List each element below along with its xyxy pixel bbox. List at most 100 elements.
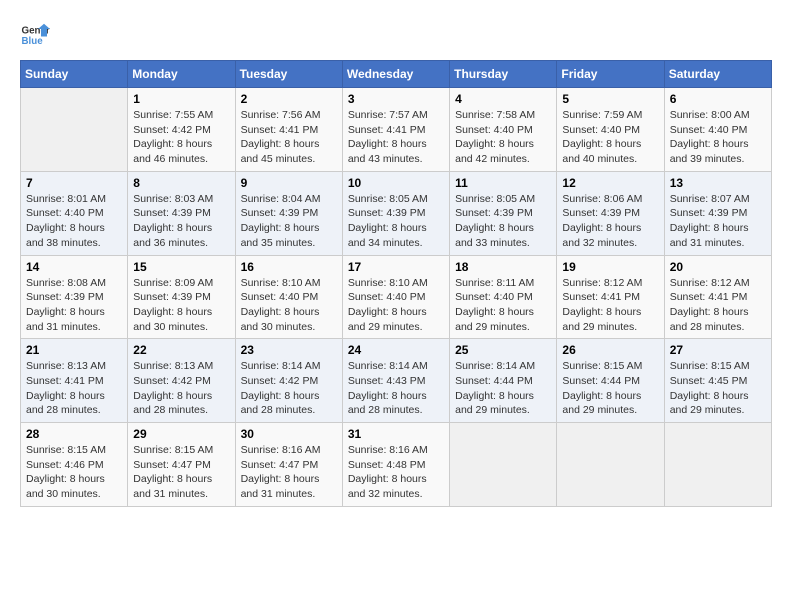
- day-info: Sunrise: 8:13 AMSunset: 4:41 PMDaylight:…: [26, 359, 122, 418]
- day-number: 1: [133, 92, 229, 106]
- weekday-header: Thursday: [450, 61, 557, 88]
- day-info: Sunrise: 8:08 AMSunset: 4:39 PMDaylight:…: [26, 276, 122, 335]
- day-number: 2: [241, 92, 337, 106]
- day-number: 29: [133, 427, 229, 441]
- day-info: Sunrise: 7:57 AMSunset: 4:41 PMDaylight:…: [348, 108, 444, 167]
- calendar-cell: 2 Sunrise: 7:56 AMSunset: 4:41 PMDaylight…: [235, 88, 342, 172]
- day-number: 31: [348, 427, 444, 441]
- day-info: Sunrise: 8:13 AMSunset: 4:42 PMDaylight:…: [133, 359, 229, 418]
- day-info: Sunrise: 8:07 AMSunset: 4:39 PMDaylight:…: [670, 192, 766, 251]
- calendar-cell: 18 Sunrise: 8:11 AMSunset: 4:40 PMDayligh…: [450, 255, 557, 339]
- day-number: 23: [241, 343, 337, 357]
- day-number: 26: [562, 343, 658, 357]
- day-number: 30: [241, 427, 337, 441]
- day-number: 21: [26, 343, 122, 357]
- calendar-cell: 16Sunrise: 8:10 AMSunset: 4:40 PMDayligh…: [235, 255, 342, 339]
- calendar-cell: 20Sunrise: 8:12 AMSunset: 4:41 PMDayligh…: [664, 255, 771, 339]
- day-number: 14: [26, 260, 122, 274]
- day-number: 24: [348, 343, 444, 357]
- day-number: 20: [670, 260, 766, 274]
- day-number: 7: [26, 176, 122, 190]
- day-number: 28: [26, 427, 122, 441]
- weekday-header: Wednesday: [342, 61, 449, 88]
- svg-text:Blue: Blue: [22, 36, 44, 47]
- logo: General Blue: [20, 20, 54, 50]
- day-number: 3: [348, 92, 444, 106]
- calendar-cell: 7 Sunrise: 8:01 AMSunset: 4:40 PMDaylight…: [21, 171, 128, 255]
- day-info: Sunrise: 8:11 AMSunset: 4:40 PMDaylight:…: [455, 276, 551, 335]
- day-number: 19: [562, 260, 658, 274]
- day-info: Sunrise: 8:05 AMSunset: 4:39 PMDaylight:…: [348, 192, 444, 251]
- day-info: Sunrise: 8:15 AMSunset: 4:47 PMDaylight:…: [133, 443, 229, 502]
- day-info: Sunrise: 8:14 AMSunset: 4:43 PMDaylight:…: [348, 359, 444, 418]
- day-info: Sunrise: 8:04 AMSunset: 4:39 PMDaylight:…: [241, 192, 337, 251]
- calendar-cell: 19 Sunrise: 8:12 AMSunset: 4:41 PMDayligh…: [557, 255, 664, 339]
- day-number: 6: [670, 92, 766, 106]
- day-number: 27: [670, 343, 766, 357]
- calendar-cell: [450, 423, 557, 507]
- day-info: Sunrise: 8:15 AMSunset: 4:44 PMDaylight:…: [562, 359, 658, 418]
- calendar-cell: 13 Sunrise: 8:07 AMSunset: 4:39 PMDayligh…: [664, 171, 771, 255]
- calendar-cell: 28 Sunrise: 8:15 AMSunset: 4:46 PMDayligh…: [21, 423, 128, 507]
- day-number: 5: [562, 92, 658, 106]
- weekday-header: Monday: [128, 61, 235, 88]
- logo-icon: General Blue: [20, 20, 50, 50]
- calendar-week-row: 28 Sunrise: 8:15 AMSunset: 4:46 PMDayligh…: [21, 423, 772, 507]
- day-number: 25: [455, 343, 551, 357]
- calendar-cell: 14 Sunrise: 8:08 AMSunset: 4:39 PMDayligh…: [21, 255, 128, 339]
- day-info: Sunrise: 8:15 AMSunset: 4:46 PMDaylight:…: [26, 443, 122, 502]
- calendar-cell: 21 Sunrise: 8:13 AMSunset: 4:41 PMDayligh…: [21, 339, 128, 423]
- calendar-cell: 6Sunrise: 8:00 AMSunset: 4:40 PMDaylight…: [664, 88, 771, 172]
- day-info: Sunrise: 8:15 AMSunset: 4:45 PMDaylight:…: [670, 359, 766, 418]
- day-info: Sunrise: 8:16 AMSunset: 4:48 PMDaylight:…: [348, 443, 444, 502]
- day-info: Sunrise: 8:10 AMSunset: 4:40 PMDaylight:…: [241, 276, 337, 335]
- calendar-cell: 12 Sunrise: 8:06 AMSunset: 4:39 PMDayligh…: [557, 171, 664, 255]
- day-info: Sunrise: 8:14 AMSunset: 4:44 PMDaylight:…: [455, 359, 551, 418]
- day-number: 18: [455, 260, 551, 274]
- day-info: Sunrise: 8:09 AMSunset: 4:39 PMDaylight:…: [133, 276, 229, 335]
- day-number: 22: [133, 343, 229, 357]
- weekday-header: Sunday: [21, 61, 128, 88]
- calendar-table: SundayMondayTuesdayWednesdayThursdayFrid…: [20, 60, 772, 507]
- calendar-cell: 5 Sunrise: 7:59 AMSunset: 4:40 PMDaylight…: [557, 88, 664, 172]
- calendar-cell: 31 Sunrise: 8:16 AMSunset: 4:48 PMDayligh…: [342, 423, 449, 507]
- day-info: Sunrise: 8:05 AMSunset: 4:39 PMDaylight:…: [455, 192, 551, 251]
- calendar-cell: 25 Sunrise: 8:14 AMSunset: 4:44 PMDayligh…: [450, 339, 557, 423]
- calendar-cell: 15 Sunrise: 8:09 AMSunset: 4:39 PMDayligh…: [128, 255, 235, 339]
- day-number: 17: [348, 260, 444, 274]
- weekday-header: Tuesday: [235, 61, 342, 88]
- calendar-cell: 22 Sunrise: 8:13 AMSunset: 4:42 PMDayligh…: [128, 339, 235, 423]
- day-number: 9: [241, 176, 337, 190]
- calendar-cell: [557, 423, 664, 507]
- calendar-cell: 30 Sunrise: 8:16 AMSunset: 4:47 PMDayligh…: [235, 423, 342, 507]
- calendar-cell: 27 Sunrise: 8:15 AMSunset: 4:45 PMDayligh…: [664, 339, 771, 423]
- day-info: Sunrise: 7:55 AMSunset: 4:42 PMDaylight:…: [133, 108, 229, 167]
- day-info: Sunrise: 8:01 AMSunset: 4:40 PMDaylight:…: [26, 192, 122, 251]
- calendar-week-row: 7 Sunrise: 8:01 AMSunset: 4:40 PMDaylight…: [21, 171, 772, 255]
- day-number: 10: [348, 176, 444, 190]
- day-info: Sunrise: 8:03 AMSunset: 4:39 PMDaylight:…: [133, 192, 229, 251]
- day-number: 4: [455, 92, 551, 106]
- day-info: Sunrise: 8:12 AMSunset: 4:41 PMDaylight:…: [562, 276, 658, 335]
- day-info: Sunrise: 7:58 AMSunset: 4:40 PMDaylight:…: [455, 108, 551, 167]
- day-info: Sunrise: 8:14 AMSunset: 4:42 PMDaylight:…: [241, 359, 337, 418]
- day-number: 15: [133, 260, 229, 274]
- calendar-cell: [21, 88, 128, 172]
- calendar-cell: 10 Sunrise: 8:05 AMSunset: 4:39 PMDayligh…: [342, 171, 449, 255]
- calendar-cell: 8 Sunrise: 8:03 AMSunset: 4:39 PMDaylight…: [128, 171, 235, 255]
- day-number: 13: [670, 176, 766, 190]
- day-number: 12: [562, 176, 658, 190]
- calendar-week-row: 14 Sunrise: 8:08 AMSunset: 4:39 PMDayligh…: [21, 255, 772, 339]
- weekday-header: Saturday: [664, 61, 771, 88]
- calendar-week-row: 1 Sunrise: 7:55 AMSunset: 4:42 PMDaylight…: [21, 88, 772, 172]
- calendar-cell: [664, 423, 771, 507]
- day-number: 8: [133, 176, 229, 190]
- weekday-header: Friday: [557, 61, 664, 88]
- header-row: SundayMondayTuesdayWednesdayThursdayFrid…: [21, 61, 772, 88]
- day-info: Sunrise: 8:10 AMSunset: 4:40 PMDaylight:…: [348, 276, 444, 335]
- day-info: Sunrise: 8:06 AMSunset: 4:39 PMDaylight:…: [562, 192, 658, 251]
- day-info: Sunrise: 7:56 AMSunset: 4:41 PMDaylight:…: [241, 108, 337, 167]
- day-info: Sunrise: 7:59 AMSunset: 4:40 PMDaylight:…: [562, 108, 658, 167]
- calendar-cell: 9 Sunrise: 8:04 AMSunset: 4:39 PMDaylight…: [235, 171, 342, 255]
- day-info: Sunrise: 8:16 AMSunset: 4:47 PMDaylight:…: [241, 443, 337, 502]
